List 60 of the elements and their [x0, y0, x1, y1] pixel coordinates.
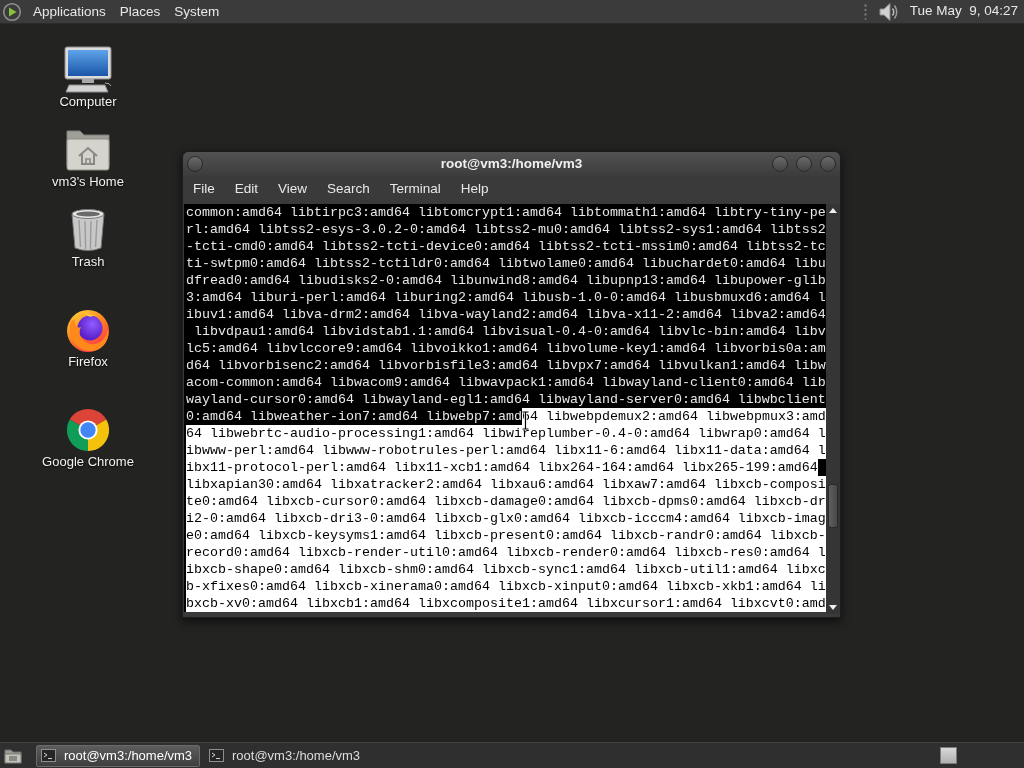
terminal-text: acom-common:amd64 libwacom9:amd64 libwavpack1:amd64 libwayland-client0:amd64 lib	[186, 374, 826, 391]
window-title: root@vm3:/home/vm3	[440, 154, 583, 173]
menu-item[interactable]: File	[183, 178, 225, 200]
scrollbar-thumb[interactable]	[828, 484, 838, 528]
selected-text: record0:amd64 libxcb-render-util0:amd64 libxcb-render0:amd64 libxcb-res0:amd64 l	[186, 544, 826, 561]
terminal-text: dfread0:amd64 libudisks2-0:amd64 libunwind8:amd64 libupnp13:amd64 libupower-glib	[186, 272, 826, 289]
selected-text: te0:amd64 libxcb-cursor0:amd64 libxcb-damage0:amd64 libxcb-dpms0:amd64 libxcb-dr	[186, 493, 826, 510]
workspace-switcher[interactable]	[940, 747, 957, 764]
up-arrow-icon[interactable]	[829, 208, 837, 213]
menu-item[interactable]: View	[268, 178, 318, 200]
terminal-text: wayland-cursor0:amd64 libwayland-egl1:amd64 libwayland-server0:amd64 libwbclient	[186, 391, 826, 408]
terminal-text: lc5:amd64 libvlccore9:amd64 libvoikko1:amd64 libvolume-key1:amd64 libvorbis0a:am	[186, 340, 826, 357]
terminal-text: d64 libvorbisenc2:amd64 libvorbisfile3:amd64 libvpx7:amd64 libvulkan1:amd64 libw	[186, 357, 826, 374]
selected-text: b-xfixes0:amd64 libxcb-xinerama0:amd64 libxcb-xinput0:amd64 libxcb-xkb1:amd64 li	[186, 578, 826, 595]
window-menu-button[interactable]	[187, 156, 203, 172]
selected-text: ibx11-protocol-perl:amd64 libx11-xcb1:amd64 libx264-164:amd64 libx265-199:amd64	[186, 459, 818, 476]
selected-text: ibxcb-shape0:amd64 libxcb-shm0:amd64 libxcb-sync1:amd64 libxcb-util1:amd64 libxc	[186, 561, 826, 578]
taskbar-button[interactable]: root@vm3:/home/vm3	[36, 744, 200, 767]
menu-item[interactable]: Search	[317, 178, 380, 200]
chrome-icon[interactable]	[65, 407, 111, 453]
terminal-text: common:amd64 libtirpc3:amd64 libtomcrypt1:amd64 libtommath1:amd64 libtry-tiny-pe	[186, 204, 826, 221]
logo-icon[interactable]	[2, 1, 22, 22]
terminal-text: ibuv1:amd64 libva-drm2:amd64 libva-wayland2:amd64 libva-x11-2:amd64 libva2:amd64	[186, 306, 826, 323]
selected-text: 64 libwebrtc-audio-processing1:amd64 libwireplumber-0.4-0:amd64 libwrap0:amd64 l	[186, 425, 826, 442]
terminal-icon	[41, 749, 56, 762]
terminal-text: 0:amd64 libweather-ion7:amd64 libwebp7:amd	[186, 408, 522, 425]
menu-item[interactable]: Edit	[224, 178, 269, 200]
selected-text: libxapian30:amd64 libxatracker2:amd64 libxau6:amd64 libxaw7:amd64 libxcb-composi	[186, 476, 826, 493]
maximize-button[interactable]	[796, 156, 812, 172]
desktop-icon-label[interactable]: Computer	[59, 94, 117, 109]
desktop-icon-label[interactable]: Trash	[71, 254, 105, 269]
terminal-text: 3:amd64 liburi-perl:amd64 liburing2:amd64 libusb-1.0-0:amd64 libusbmuxd6:amd64 l	[186, 289, 826, 306]
selected-text: ibwww-perl:amd64 libwww-robotrules-perl:amd64 libx11-6:amd64 libx11-data:amd64 l	[186, 442, 826, 459]
drag-handle-icon	[863, 3, 867, 20]
menu-item[interactable]: Terminal	[379, 178, 451, 200]
terminal-text: rl:amd64 libtss2-esys-3.0.2-0:amd64 libtss2-mu0:amd64 libtss2-sys1:amd64 libtss2	[186, 221, 826, 238]
speaker-icon[interactable]	[878, 1, 898, 22]
selected-text: e0:amd64 libxcb-keysyms1:amd64 libxcb-present0:amd64 libxcb-randr0:amd64 libxcb-	[186, 527, 826, 544]
taskbar-button[interactable]: root@vm3:/home/vm3	[204, 744, 370, 767]
desktop-icon-label[interactable]: Firefox	[68, 354, 108, 369]
selected-text: i2-0:amd64 libxcb-dri3-0:amd64 libxcb-glx0:amd64 libxcb-icccm4:amd64 libxcb-imag	[186, 510, 826, 527]
monitor-icon[interactable]	[63, 46, 113, 94]
panel-menu[interactable]: Places	[112, 0, 168, 23]
clock[interactable]: Tue May 9, 04:27	[909, 1, 1018, 22]
panel-menu[interactable]: System	[167, 0, 227, 23]
firefox-icon[interactable]	[65, 307, 111, 353]
desktop-icon-label[interactable]: vm3's Home	[52, 174, 124, 189]
down-arrow-icon[interactable]	[829, 605, 837, 610]
menu-item[interactable]: Help	[450, 178, 499, 200]
scrollbar[interactable]	[826, 204, 840, 614]
terminal-text: ti-swtpm0:amd64 libtss2-tctildr0:amd64 libtwolame0:amd64 libuchardet0:amd64 libu	[186, 255, 826, 272]
trash-icon[interactable]	[69, 207, 107, 253]
panel-menu[interactable]: Applications	[26, 0, 113, 23]
close-button[interactable]	[820, 156, 836, 172]
show-desktop-icon[interactable]	[3, 746, 23, 765]
selected-text: bxcb-xv0:amd64 libxcb1:amd64 libxcomposite1:amd64 libxcursor1:amd64 libxcvt0:amd	[186, 595, 826, 612]
home-folder-icon[interactable]	[65, 128, 111, 172]
terminal-icon	[209, 749, 224, 762]
minimize-button[interactable]	[772, 156, 788, 172]
desktop-icon-label[interactable]: Google Chrome	[42, 454, 134, 469]
